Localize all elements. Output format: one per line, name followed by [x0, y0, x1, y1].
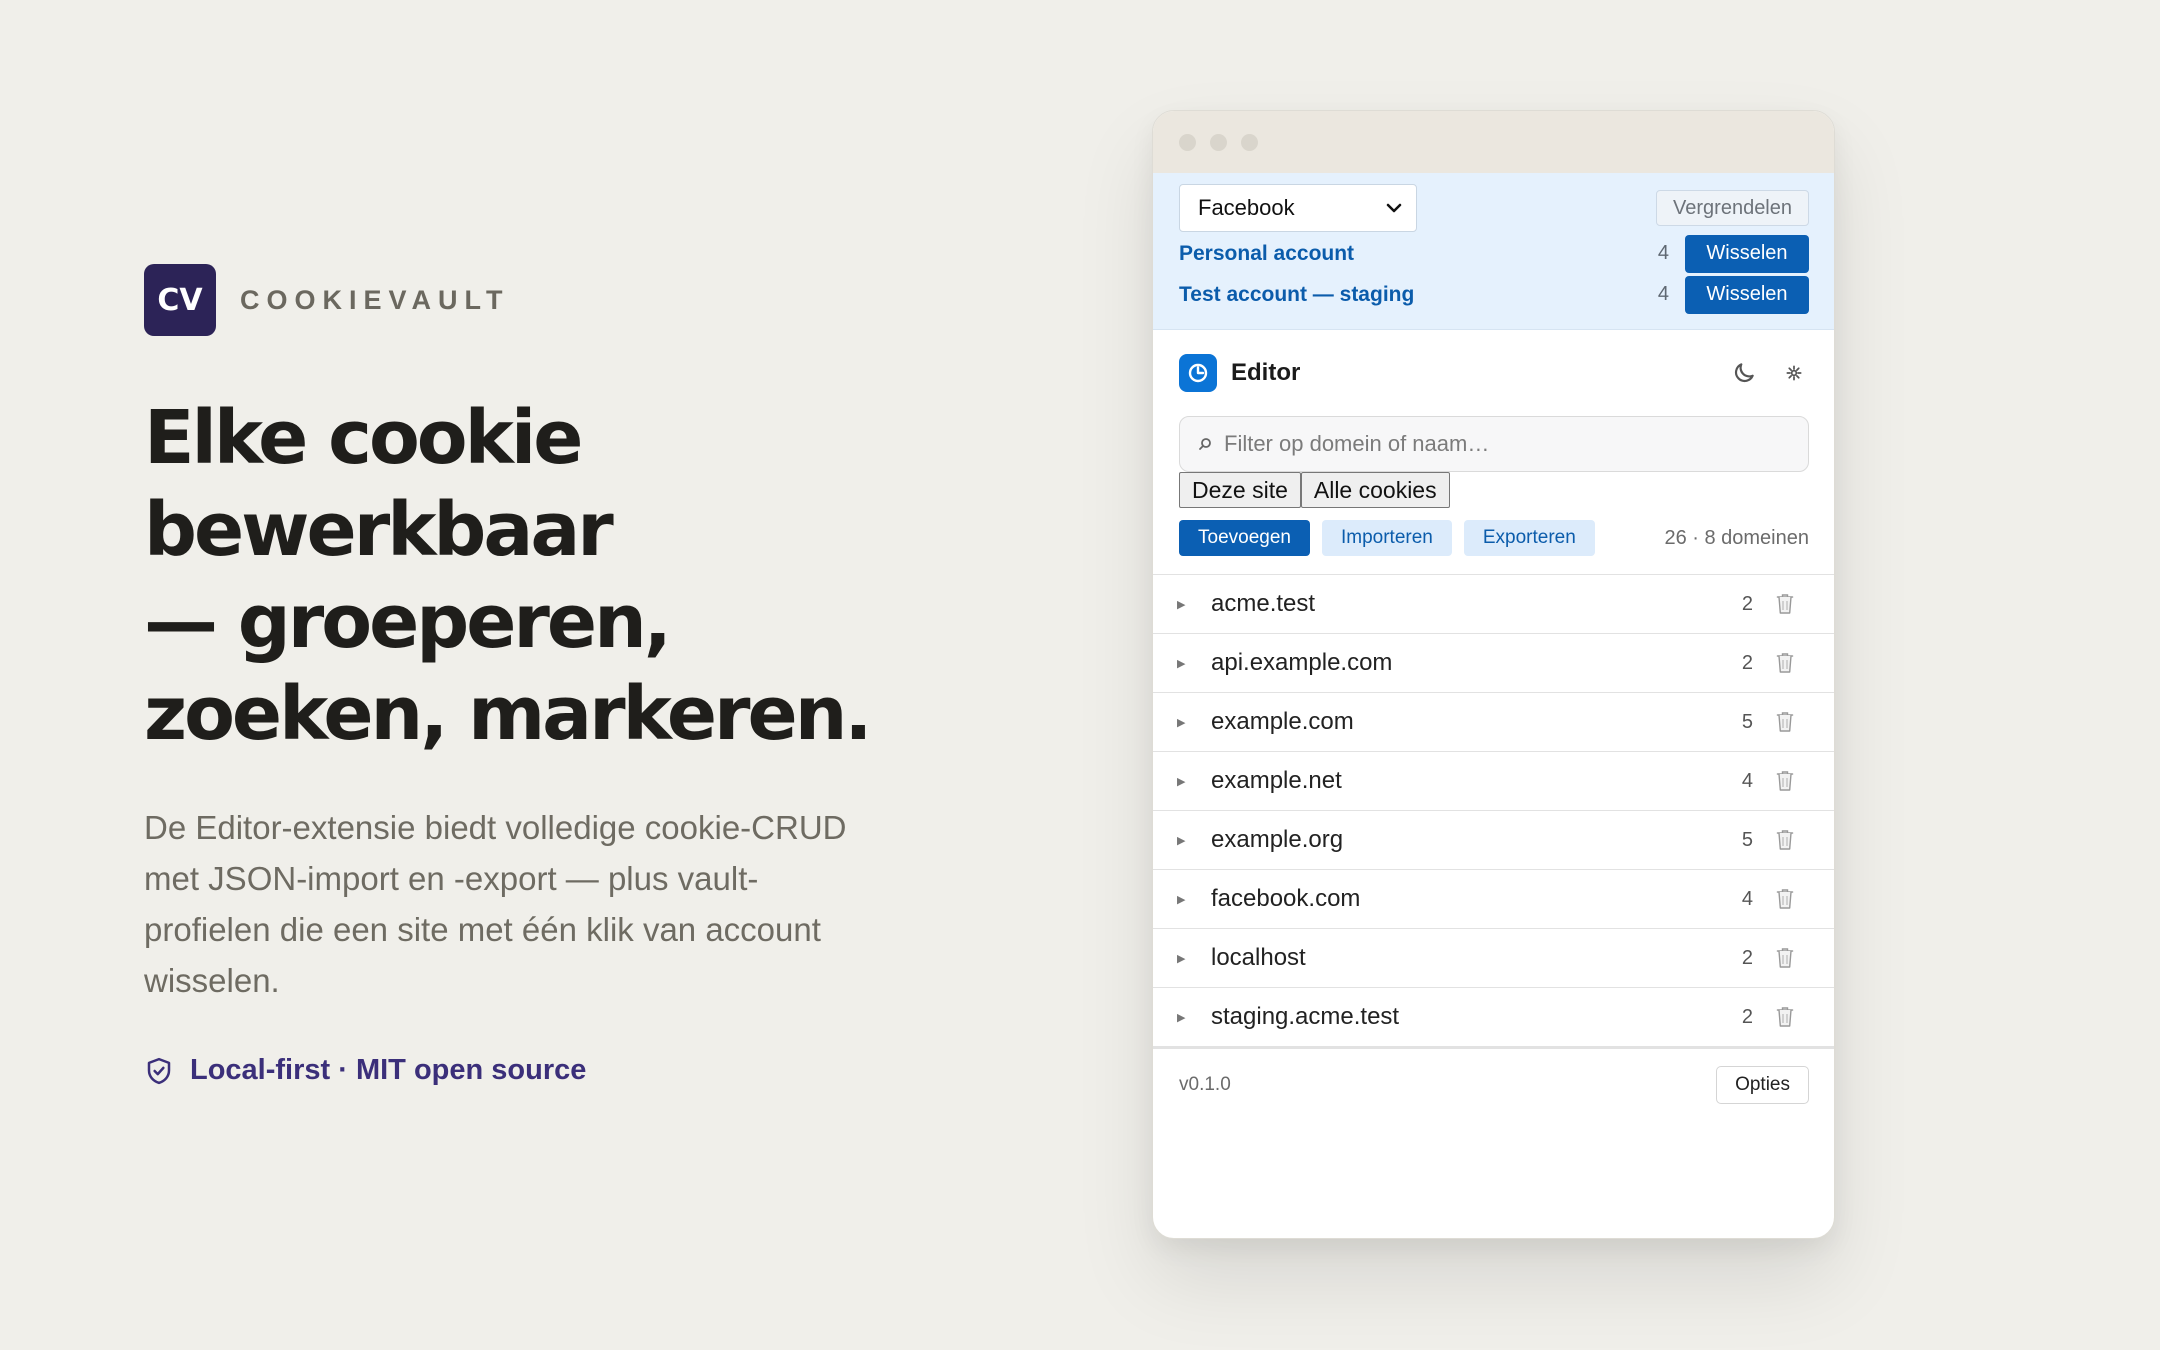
import-button[interactable]: Importeren: [1321, 520, 1452, 556]
trash-icon[interactable]: [1775, 710, 1795, 734]
add-cookie-button[interactable]: Toevoegen: [1179, 520, 1310, 556]
trash-icon[interactable]: [1775, 592, 1795, 616]
site-select[interactable]: Facebook: [1179, 184, 1417, 232]
domain-name: acme.test: [1211, 590, 1316, 617]
window-close-dot[interactable]: [1179, 133, 1196, 151]
account-name[interactable]: Personal account: [1179, 242, 1658, 266]
export-button[interactable]: Exporteren: [1463, 520, 1595, 556]
domain-row[interactable]: ▶ example.org 5: [1153, 811, 1834, 870]
expand-caret-icon[interactable]: ▶: [1177, 716, 1211, 729]
expand-caret-icon[interactable]: ▶: [1177, 775, 1211, 788]
account-name[interactable]: Test account — staging: [1179, 283, 1658, 307]
domain-name: example.org: [1211, 826, 1344, 853]
hero-section: CV COOKIEVAULT Elke cookie bewerkbaar — …: [144, 264, 904, 1087]
extension-window: Facebook Vergrendelen Personal account 4…: [1152, 110, 1835, 1239]
scope-this-site-button[interactable]: Deze site: [1179, 472, 1301, 508]
domain-cookie-count: 4: [1741, 887, 1753, 910]
expand-caret-icon[interactable]: ▶: [1177, 657, 1211, 670]
trash-icon[interactable]: [1775, 946, 1795, 970]
expand-caret-icon[interactable]: ▶: [1177, 1011, 1211, 1024]
expand-caret-icon[interactable]: ▶: [1177, 598, 1211, 611]
domain-cookie-count: 2: [1741, 1005, 1753, 1028]
lock-button[interactable]: Vergrendelen: [1656, 190, 1809, 226]
domain-row[interactable]: ▶ facebook.com 4: [1153, 870, 1834, 929]
vault-account-row: Personal account 4 Wisselen: [1179, 233, 1809, 274]
domain-cookie-count: 5: [1741, 710, 1753, 733]
brand: CV COOKIEVAULT: [144, 264, 904, 336]
trash-icon[interactable]: [1775, 651, 1795, 675]
domain-name: api.example.com: [1211, 649, 1393, 676]
scope-all-cookies-button[interactable]: Alle cookies: [1300, 472, 1450, 508]
description: De Editor-extensie biedt volledige cooki…: [144, 809, 847, 999]
switch-account-button[interactable]: Wisselen: [1685, 275, 1809, 314]
trash-icon[interactable]: [1775, 828, 1795, 852]
headline: Elke cookie bewerkbaar — groeperen, zoek…: [144, 392, 904, 760]
domain-name: staging.acme.test: [1211, 1003, 1400, 1030]
domain-row[interactable]: ▶ example.net 4: [1153, 752, 1834, 811]
trash-icon[interactable]: [1775, 769, 1795, 793]
vault-panel: Facebook Vergrendelen Personal account 4…: [1153, 173, 1834, 330]
version-label: v0.1.0: [1179, 1074, 1231, 1095]
account-cookie-count: 4: [1657, 283, 1669, 305]
brand-name: COOKIEVAULT: [240, 284, 510, 315]
editor-title: Editor: [1231, 359, 1301, 386]
cookie-stats: 26 · 8 domeinen: [1664, 526, 1809, 549]
search-icon: [1199, 438, 1211, 450]
expand-caret-icon[interactable]: ▶: [1177, 834, 1211, 847]
domain-cookie-count: 5: [1741, 828, 1753, 851]
brand-logo: CV: [144, 264, 216, 336]
headline-line: bewerkbaar: [144, 487, 614, 573]
site-select-value: Facebook: [1198, 195, 1295, 220]
window-titlebar: [1153, 111, 1834, 173]
window-zoom-dot[interactable]: [1241, 133, 1258, 151]
domain-row[interactable]: ▶ staging.acme.test 2: [1153, 988, 1834, 1047]
domain-cookie-count: 4: [1741, 769, 1753, 792]
badge-label: Local-first · MIT open source: [190, 1054, 587, 1086]
gear-icon[interactable]: [1779, 365, 1809, 381]
editor-actions: Toevoegen Importeren Exporteren 26 · 8 d…: [1179, 520, 1809, 556]
moon-icon[interactable]: [1729, 360, 1759, 386]
license-badge: Local-first · MIT open source: [144, 1054, 904, 1087]
shield-check-icon: [147, 1057, 171, 1084]
headline-line: — groeperen,: [144, 579, 672, 665]
domain-cookie-count: 2: [1741, 946, 1753, 969]
expand-caret-icon[interactable]: ▶: [1177, 893, 1211, 906]
domain-cookie-count: 2: [1741, 651, 1753, 674]
options-button[interactable]: Opties: [1716, 1066, 1809, 1104]
domain-name: facebook.com: [1211, 885, 1361, 912]
search-input[interactable]: Filter op domein of naam…: [1179, 416, 1809, 472]
domain-row[interactable]: ▶ api.example.com 2: [1153, 634, 1834, 693]
editor-panel: Editor Filter op domein of naam… Deze si…: [1153, 330, 1834, 556]
domain-list: ▶ acme.test 2 ▶ api.example.com 2 ▶ example.com…: [1153, 574, 1834, 1047]
trash-icon[interactable]: [1775, 1005, 1795, 1029]
domain-name: example.net: [1211, 767, 1342, 794]
switch-account-button[interactable]: Wisselen: [1685, 234, 1809, 273]
account-cookie-count: 4: [1657, 242, 1669, 264]
editor-logo-icon: [1179, 354, 1217, 392]
domain-row[interactable]: ▶ example.com 5: [1153, 693, 1834, 752]
scope-toggle: Deze site Alle cookies: [1179, 472, 1809, 508]
editor-footer: v0.1.0 Opties: [1153, 1047, 1834, 1121]
domain-cookie-count: 2: [1741, 592, 1753, 615]
chevron-down-icon: [1386, 203, 1402, 213]
expand-caret-icon[interactable]: ▶: [1177, 952, 1211, 965]
trash-icon[interactable]: [1775, 887, 1795, 911]
domain-row[interactable]: ▶ localhost 2: [1153, 929, 1834, 988]
domain-name: example.com: [1211, 708, 1354, 735]
headline-line: zoeken, markeren.: [144, 671, 873, 757]
domain-row[interactable]: ▶ acme.test 2: [1153, 575, 1834, 634]
domain-name: localhost: [1211, 944, 1306, 971]
headline-line: Elke cookie: [144, 395, 583, 481]
vault-account-row: Test account — staging 4 Wisselen: [1179, 274, 1809, 315]
window-minimize-dot[interactable]: [1210, 133, 1227, 151]
search-placeholder: Filter op domein of naam…: [1224, 431, 1490, 456]
